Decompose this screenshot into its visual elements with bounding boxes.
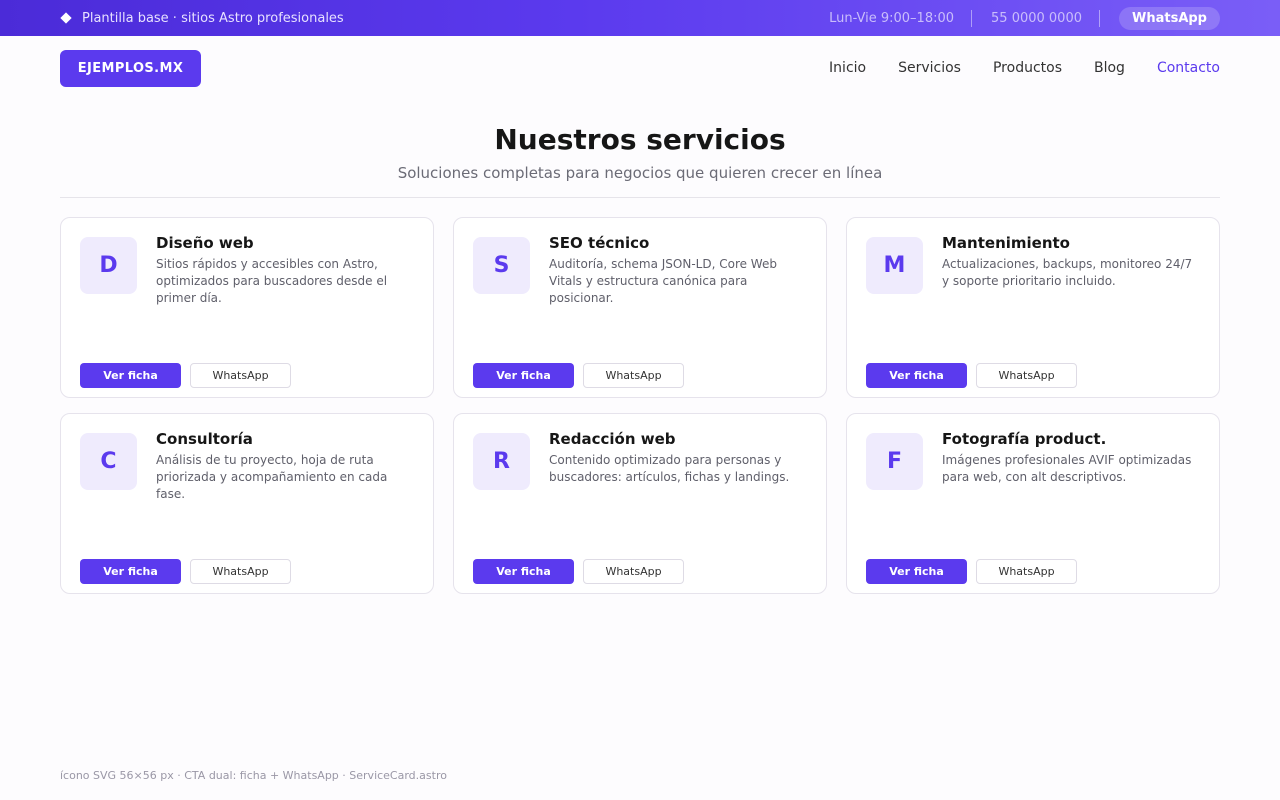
service-letter-icon: M [866, 237, 923, 294]
page-subtitle: Soluciones completas para negocios que q… [397, 164, 883, 182]
service-card: R Redacción web Contenido optimizado par… [453, 413, 827, 594]
divider [1099, 9, 1100, 27]
service-letter-icon: C [80, 433, 137, 490]
ver-ficha-button[interactable]: Ver ficha [866, 559, 967, 584]
diamond-icon [60, 12, 72, 24]
whatsapp-button[interactable]: WhatsApp [583, 363, 684, 388]
business-hours: Lun-Vie 9:00–18:00 [829, 10, 955, 26]
service-card: S SEO técnico Auditoría, schema JSON-LD,… [453, 217, 827, 398]
navbar: EJEMPLOS.MX Inicio Servicios Productos B… [0, 36, 1280, 100]
services-grid: D Diseño web Sitios rápidos y accesibles… [0, 198, 1280, 594]
service-description: Contenido optimizado para personas y bus… [549, 453, 790, 484]
service-letter-icon: D [80, 237, 137, 294]
service-card: F Fotografía product. Imágenes profesion… [846, 413, 1220, 594]
logo-button[interactable]: EJEMPLOS.MX [60, 49, 201, 87]
ver-ficha-button[interactable]: Ver ficha [473, 363, 574, 388]
whatsapp-top-button[interactable]: WhatsApp [1119, 6, 1220, 30]
divider [971, 9, 973, 27]
whatsapp-button[interactable]: WhatsApp [976, 559, 1077, 584]
nav-link-productos[interactable]: Productos [993, 60, 1062, 76]
service-title: SEO técnico [549, 234, 650, 252]
service-description: Sitios rápidos y accesibles con Astro, o… [156, 257, 388, 305]
page-title: Nuestros servicios [494, 123, 786, 156]
whatsapp-button[interactable]: WhatsApp [976, 363, 1077, 388]
nav-link-servicios[interactable]: Servicios [898, 60, 961, 76]
ver-ficha-button[interactable]: Ver ficha [80, 559, 181, 584]
service-letter-icon: F [866, 433, 923, 490]
whatsapp-button[interactable]: WhatsApp [190, 363, 291, 388]
service-title: Consultoría [156, 430, 253, 448]
top-bar-left: Plantilla base · sitios Astro profesiona… [60, 10, 344, 26]
ver-ficha-button[interactable]: Ver ficha [866, 363, 967, 388]
ver-ficha-button[interactable]: Ver ficha [473, 559, 574, 584]
section-header: Nuestros servicios Soluciones completas … [0, 122, 1280, 182]
service-card: C Consultoría Análisis de tu proyecto, h… [60, 413, 434, 594]
nav-links: Inicio Servicios Productos Blog Contacto [829, 60, 1220, 76]
service-title: Fotografía product. [942, 430, 1107, 448]
footer-note: ícono SVG 56×56 px · CTA dual: ficha + W… [60, 769, 447, 782]
service-card: M Mantenimiento Actualizaciones, backups… [846, 217, 1220, 398]
top-bar-right: Lun-Vie 9:00–18:00 55 0000 0000 WhatsApp [829, 6, 1220, 30]
service-description: Auditoría, schema JSON-LD, Core Web Vita… [549, 257, 777, 305]
top-bar: Plantilla base · sitios Astro profesiona… [0, 0, 1280, 36]
service-letter-icon: R [473, 433, 530, 490]
service-card: D Diseño web Sitios rápidos y accesibles… [60, 217, 434, 398]
service-title: Redacción web [549, 430, 676, 448]
phone-number[interactable]: 55 0000 0000 [991, 11, 1082, 26]
service-letter-icon: S [473, 237, 530, 294]
nav-link-contacto[interactable]: Contacto [1157, 60, 1220, 76]
nav-link-blog[interactable]: Blog [1094, 60, 1125, 76]
whatsapp-button[interactable]: WhatsApp [583, 559, 684, 584]
nav-link-inicio[interactable]: Inicio [829, 60, 866, 76]
service-description: Actualizaciones, backups, monitoreo 24/7… [942, 257, 1193, 288]
service-description: Imágenes profesionales AVIF optimizadas … [942, 453, 1192, 484]
service-title: Mantenimiento [942, 234, 1070, 252]
ver-ficha-button[interactable]: Ver ficha [80, 363, 181, 388]
service-title: Diseño web [156, 234, 254, 252]
service-description: Análisis de tu proyecto, hoja de ruta pr… [156, 453, 388, 501]
tagline: Plantilla base · sitios Astro profesiona… [82, 10, 344, 26]
whatsapp-button[interactable]: WhatsApp [190, 559, 291, 584]
